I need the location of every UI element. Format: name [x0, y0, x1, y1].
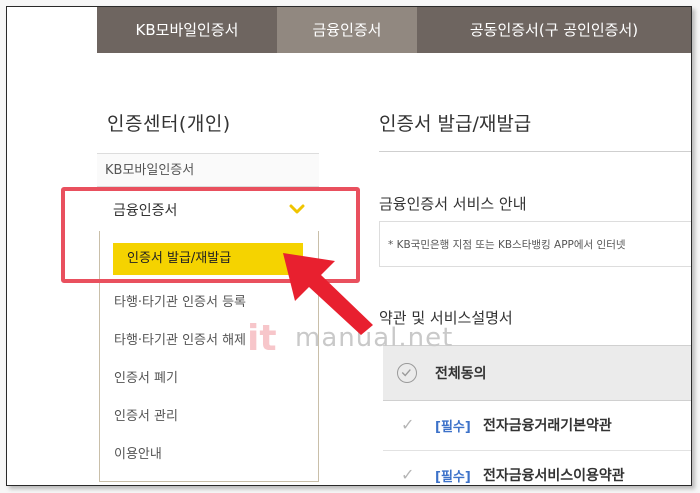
- service-guide-heading: 금융인증서 서비스 안내: [379, 195, 527, 213]
- tab-financial-certificate[interactable]: 금융인증서: [277, 7, 417, 53]
- agree-all-label: 전체동의: [435, 366, 487, 382]
- submenu-item-register-other[interactable]: 타행·타기관 인증서 등록: [114, 291, 246, 310]
- submenu-item-release-other[interactable]: 타행·타기관 인증서 해제: [114, 329, 246, 348]
- sidebar-item-kb-mobile[interactable]: KB모바일인증서: [97, 153, 319, 187]
- term-name[interactable]: 전자금융서비스이용약관: [483, 465, 625, 485]
- tab-kb-mobile-certificate[interactable]: KB모바일인증서: [97, 7, 277, 53]
- agree-all-row[interactable]: 전체동의: [383, 345, 691, 401]
- check-circle-icon[interactable]: [397, 363, 417, 383]
- service-notice: * KB국민은행 지점 또는 KB스타뱅킹 APP에서 인터넷: [379, 221, 691, 267]
- tab-bar: KB모바일인증서 금융인증서 공동인증서(구 공인인증서): [97, 7, 691, 53]
- check-icon[interactable]: ✓: [401, 465, 414, 484]
- annotation-arrow-icon: [283, 253, 373, 335]
- browser-frame: KB모바일인증서 금융인증서 공동인증서(구 공인인증서) 인증센터(개인) K…: [6, 6, 692, 486]
- term-name[interactable]: 전자금융거래기본약관: [483, 415, 612, 435]
- submenu-item-guide[interactable]: 이용안내: [114, 443, 162, 462]
- required-tag: [필수]: [435, 470, 471, 485]
- tab-joint-certificate[interactable]: 공동인증서(구 공인인증서): [417, 7, 691, 53]
- term-row[interactable]: ✓ [필수] 전자금융서비스이용약관: [383, 451, 691, 485]
- title-divider: [379, 151, 691, 152]
- check-icon[interactable]: ✓: [401, 415, 414, 434]
- submenu-item-revoke[interactable]: 인증서 폐기: [114, 367, 178, 386]
- required-tag: [필수]: [435, 420, 471, 435]
- page-title: 인증서 발급/재발급: [379, 113, 532, 135]
- term-row[interactable]: ✓ [필수] 전자금융거래기본약관: [383, 401, 691, 451]
- sidebar-title: 인증센터(개인): [107, 113, 231, 135]
- top-navigation: KB모바일인증서 금융인증서 공동인증서(구 공인인증서): [7, 7, 691, 53]
- submenu-item-manage[interactable]: 인증서 관리: [114, 405, 178, 424]
